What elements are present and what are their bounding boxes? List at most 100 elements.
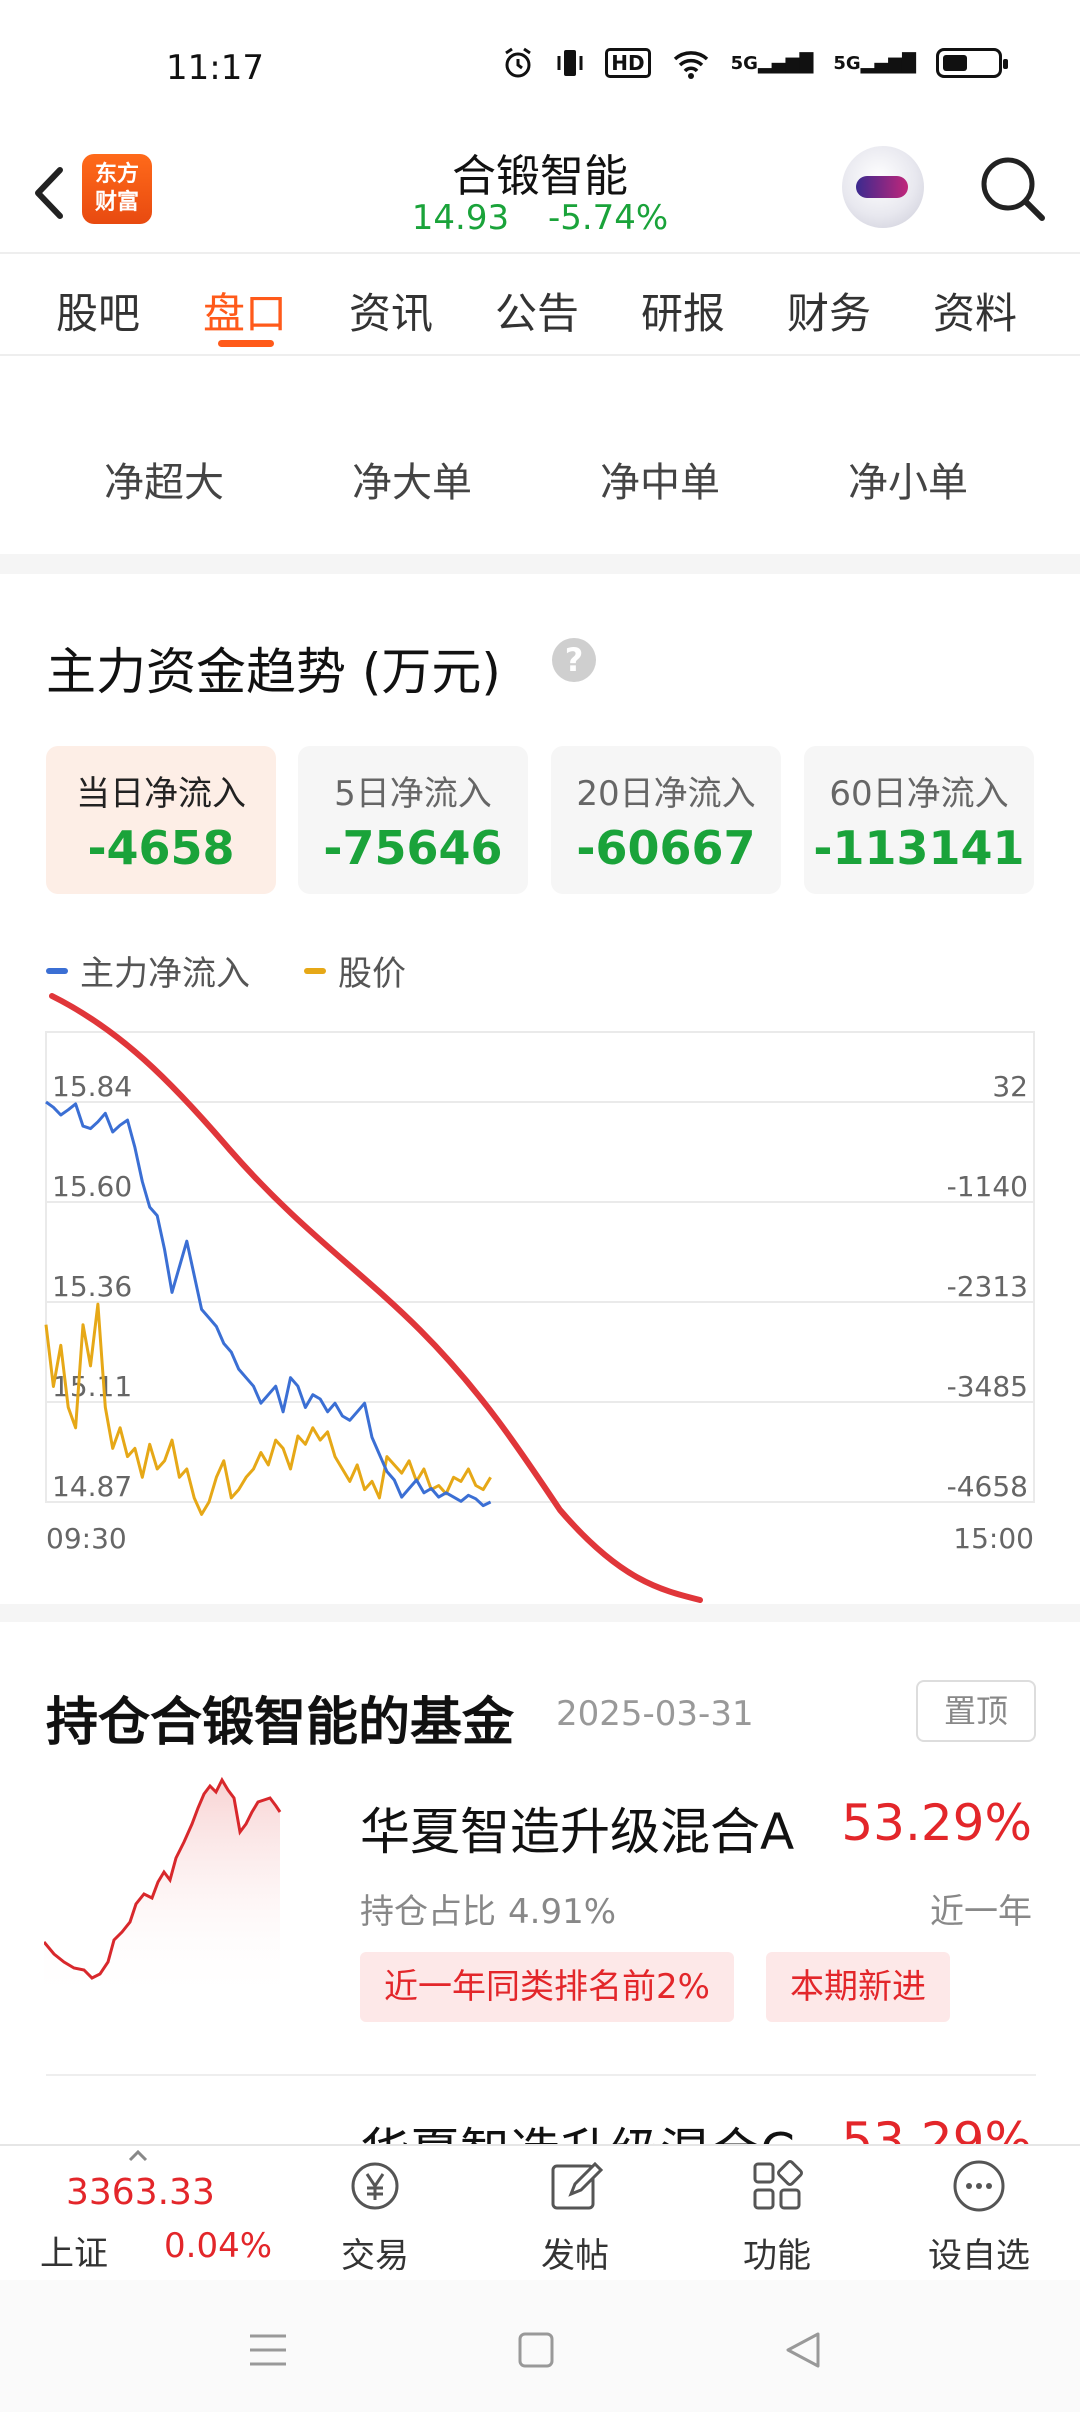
y-right-tick-label: 32 [992, 1070, 1028, 1103]
flow-tab-large[interactable]: 净大单 [352, 450, 472, 508]
legend-swatch-yellow [304, 967, 326, 974]
y-left-tick-label: 15.60 [52, 1170, 132, 1203]
stat-60d[interactable]: 60日净流入 -113141 [804, 746, 1034, 894]
main-tabs: 股吧 盘口 资讯 公告 研报 财务 资料 [0, 252, 1080, 356]
stat-20d[interactable]: 20日净流入 -60667 [551, 746, 781, 894]
stat-label: 当日净流入 [76, 774, 246, 814]
stat-label: 5日净流入 [334, 774, 492, 814]
active-tab-indicator [218, 340, 274, 347]
legend-label: 主力净流入 [80, 954, 250, 994]
stat-value: -60667 [576, 821, 756, 875]
robot-avatar[interactable] [842, 146, 924, 228]
stat-today[interactable]: 当日净流入 -4658 [46, 746, 276, 894]
tab-research[interactable]: 研报 [641, 280, 725, 341]
vibrate-icon [557, 50, 583, 76]
chart-legend: 主力净流入 股价 [46, 946, 460, 995]
nav-post[interactable]: 发帖 [500, 2156, 650, 2277]
stat-value: -113141 [813, 821, 1025, 875]
y-left-tick-label: 15.84 [52, 1070, 132, 1103]
x-tick-label: 09:30 [46, 1522, 127, 1555]
trend-title: 主力资金趋势 (万元) [46, 643, 501, 701]
legend-label: 股价 [338, 954, 406, 994]
fund-period: 近一年 [930, 1892, 1032, 1932]
holding-funds-card: 持仓合锻智能的基金 2025-03-31 置顶 华夏智造升级混合A 53.29%… [0, 1622, 1080, 2181]
status-icons: HD 5G▂▄▆█ 5G▂▄▆█ [501, 46, 1008, 80]
legend-swatch-blue [46, 967, 68, 974]
fund-sparkline [44, 1776, 282, 2002]
stock-price: 14.93 [411, 198, 510, 238]
system-nav-bar [0, 2280, 1080, 2412]
holding-value: 4.91% [508, 1892, 617, 1932]
holding-label: 持仓占比 [360, 1892, 496, 1932]
edit-icon [551, 2161, 604, 2210]
section-divider [0, 1604, 1080, 1624]
status-time: 11:17 [166, 48, 264, 88]
stock-change: -5.74% [547, 198, 669, 238]
wifi-icon [673, 51, 708, 79]
tab-guba[interactable]: 股吧 [56, 280, 140, 341]
fund-new-tag: 本期新进 [766, 1952, 950, 2022]
capital-trend-card: 主力资金趋势 (万元) ? 当日净流入 -4658 5日净流入 -75646 2… [0, 574, 1080, 1604]
y-right-tick-label: -4658 [947, 1470, 1028, 1503]
back-triangle-icon[interactable] [774, 2320, 834, 2380]
y-left-tick-label: 15.36 [52, 1270, 132, 1303]
alarm-icon [505, 47, 532, 78]
nav-label: 设自选 [928, 2236, 1030, 2276]
y-left-tick-label: 14.87 [52, 1470, 132, 1503]
flow-type-tabs: 净超大 净大单 净中单 净小单 [0, 358, 1080, 554]
fund-divider [46, 2074, 1036, 2076]
yuan-icon [351, 2162, 399, 2210]
more-dots-icon [953, 2160, 1005, 2212]
y-right-tick-label: -1140 [947, 1170, 1028, 1203]
expand-up-icon[interactable] [128, 2150, 148, 2162]
battery-icon [936, 48, 1008, 78]
nav-label: 发帖 [541, 2236, 609, 2276]
stat-5d[interactable]: 5日净流入 -75646 [298, 746, 528, 894]
stock-header: 东方 财富 合锻智能 14.93 -5.74% [0, 140, 1080, 252]
menu-icon[interactable] [238, 2320, 298, 2380]
nav-label: 交易 [341, 2236, 409, 2276]
y-right-tick-label: -2313 [947, 1270, 1028, 1303]
funds-date: 2025-03-31 [556, 1694, 754, 1734]
fund-name[interactable]: 华夏智造升级混合A [360, 1792, 794, 1864]
home-icon[interactable] [506, 2320, 566, 2380]
fund-rank-tag: 近一年同类排名前2% [360, 1952, 734, 2022]
flow-tab-small[interactable]: 净小单 [848, 450, 968, 508]
signal-5g-icon-2: 5G▂▄▆█ [833, 52, 916, 74]
nav-label: 功能 [743, 2236, 811, 2276]
legend-item-price: 股价 [304, 946, 406, 995]
nav-trade[interactable]: 交易 [300, 2156, 450, 2277]
tab-profile[interactable]: 资料 [933, 280, 1017, 341]
stat-value: -75646 [323, 821, 503, 875]
apps-grid-icon [753, 2160, 803, 2210]
flow-tab-super-large[interactable]: 净超大 [104, 450, 224, 508]
nav-functions[interactable]: 功能 [702, 2156, 852, 2277]
x-tick-label: 15:00 [953, 1522, 1034, 1555]
tab-announcements[interactable]: 公告 [495, 280, 579, 341]
index-name: 上证 [40, 2234, 108, 2274]
section-divider [0, 554, 1080, 574]
stat-label: 20日净流入 [576, 774, 756, 814]
tab-news[interactable]: 资讯 [349, 280, 433, 341]
stat-label: 60日净流入 [829, 774, 1009, 814]
funds-title: 持仓合锻智能的基金 [46, 1693, 515, 1753]
tab-finance[interactable]: 财务 [787, 280, 871, 341]
hd-icon: HD [605, 48, 651, 78]
search-icon[interactable] [976, 152, 1048, 224]
pin-button[interactable]: 置顶 [916, 1680, 1036, 1742]
stat-value: -4658 [87, 821, 235, 875]
help-icon[interactable]: ? [552, 638, 596, 682]
capital-trend-chart[interactable]: 15.84 3215.60 -114015.36 -231315.11 -348514.… [0, 1004, 1080, 1564]
flow-tab-medium[interactable]: 净中单 [600, 450, 720, 508]
fund-return: 53.29% [841, 1794, 1032, 1852]
index-change: 0.04% [164, 2226, 273, 2266]
tab-pankou[interactable]: 盘口 [203, 280, 287, 341]
y-right-tick-label: -3485 [947, 1370, 1028, 1403]
index-value[interactable]: 3363.33 [66, 2172, 215, 2213]
nav-add-watchlist[interactable]: 设自选 [904, 2156, 1054, 2277]
signal-5g-icon-1: 5G▂▄▆█ [730, 52, 814, 74]
fund-holding: 持仓占比 4.91% [360, 1884, 616, 1933]
status-bar: 11:17 HD 5G▂▄▆█ 5G▂▄▆█ [0, 0, 1080, 140]
bottom-toolbar: 3363.33 上证 0.04% 交易 发帖 功能 设自选 [0, 2144, 1080, 2280]
legend-item-main-flow: 主力净流入 [46, 946, 250, 995]
